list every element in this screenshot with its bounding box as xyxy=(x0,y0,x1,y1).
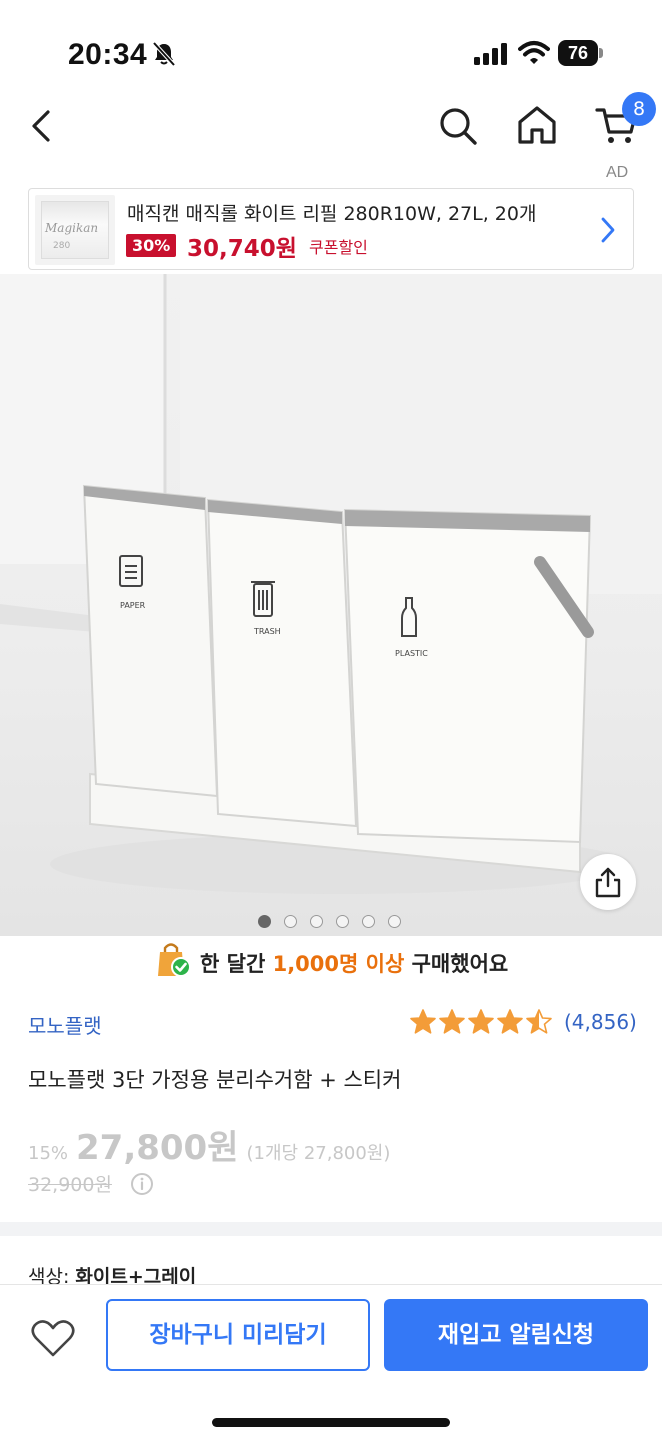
share-button[interactable] xyxy=(580,854,636,910)
pagination-dot[interactable] xyxy=(310,915,323,928)
section-divider xyxy=(0,1222,662,1236)
bottom-action-bar: 장바구니 미리담기 재입고 알림신청 xyxy=(0,1284,662,1440)
unit-price: (1개당 27,800원) xyxy=(246,1143,391,1164)
cart-count-badge: 8 xyxy=(622,92,656,126)
bin-label-trash: TRASH xyxy=(253,627,281,636)
review-count-link[interactable]: (4,856) xyxy=(564,1010,637,1034)
trash-bins-illustration: PAPER TRASH PLASTIC xyxy=(0,274,662,894)
rating-stars[interactable] xyxy=(410,1008,560,1036)
battery-icon: 76 xyxy=(558,40,604,66)
top-nav xyxy=(0,92,662,162)
ad-thumb-number: 280 xyxy=(53,241,71,251)
pagination-dot[interactable] xyxy=(362,915,375,928)
pagination-dot[interactable] xyxy=(284,915,297,928)
ad-thumbnail: Magikan 280 xyxy=(35,195,115,265)
shopping-bag-check-icon xyxy=(158,943,191,977)
ad-price: 30,740원 xyxy=(187,236,297,262)
brand-link[interactable]: 모노플랫 xyxy=(28,1010,102,1039)
price-row: 15% 27,800원 (1개당 27,800원) xyxy=(28,1120,391,1168)
battery-level: 76 xyxy=(558,40,598,66)
rating-star xyxy=(439,1009,465,1034)
ad-label: AD xyxy=(606,164,629,181)
share-icon xyxy=(595,867,621,898)
status-bar: 20:34 76 xyxy=(0,0,662,100)
heart-icon[interactable] xyxy=(30,1317,76,1359)
status-time: 20:34 xyxy=(68,38,148,71)
pagination-dot[interactable] xyxy=(258,915,271,928)
ad-discount-badge: 30% xyxy=(126,234,177,257)
restock-alert-button[interactable]: 재입고 알림신청 xyxy=(384,1299,648,1371)
rating-star xyxy=(410,1009,436,1034)
search-icon[interactable] xyxy=(436,104,480,148)
pagination-dot[interactable] xyxy=(388,915,401,928)
rating-star xyxy=(526,1009,552,1034)
home-indicator xyxy=(212,1418,450,1427)
rating-star xyxy=(497,1009,523,1034)
bin-label-paper: PAPER xyxy=(120,601,146,610)
product-image[interactable]: PAPER TRASH PLASTIC xyxy=(0,274,662,936)
pagination-dot[interactable] xyxy=(336,915,349,928)
ad-coupon-label: 쿠폰할인 xyxy=(309,238,368,257)
home-icon[interactable] xyxy=(514,102,560,148)
back-icon[interactable] xyxy=(22,102,62,150)
purchase-count-text: 한 달간 1,000명 이상 구매했어요 xyxy=(200,952,509,976)
cellular-signal-icon xyxy=(474,43,507,65)
ad-thumb-logo: Magikan xyxy=(45,221,99,235)
info-icon[interactable] xyxy=(130,1172,154,1196)
rating-star xyxy=(468,1009,494,1034)
wifi-icon xyxy=(518,41,550,64)
bin-label-plastic: PLASTIC xyxy=(395,649,428,658)
sale-price: 27,800원 xyxy=(76,1128,239,1168)
bell-muted-icon xyxy=(152,41,176,67)
add-to-cart-button[interactable]: 장바구니 미리담기 xyxy=(106,1299,370,1371)
purchase-count-highlight: 1,000명 이상 xyxy=(272,952,405,976)
ad-title: 매직캔 매직롤 화이트 리필 280R10W, 27L, 20개 xyxy=(127,203,537,225)
discount-percent: 15% xyxy=(28,1143,69,1164)
chevron-right-icon xyxy=(601,217,615,243)
ad-banner[interactable]: Magikan 280 매직캔 매직롤 화이트 리필 280R10W, 27L,… xyxy=(28,188,634,270)
product-title: 모노플랫 3단 가정용 분리수거함 + 스티커 xyxy=(28,1068,402,1092)
original-price: 32,900원 xyxy=(28,1174,112,1196)
purchase-count-banner: 한 달간 1,000명 이상 구매했어요 xyxy=(0,940,662,988)
